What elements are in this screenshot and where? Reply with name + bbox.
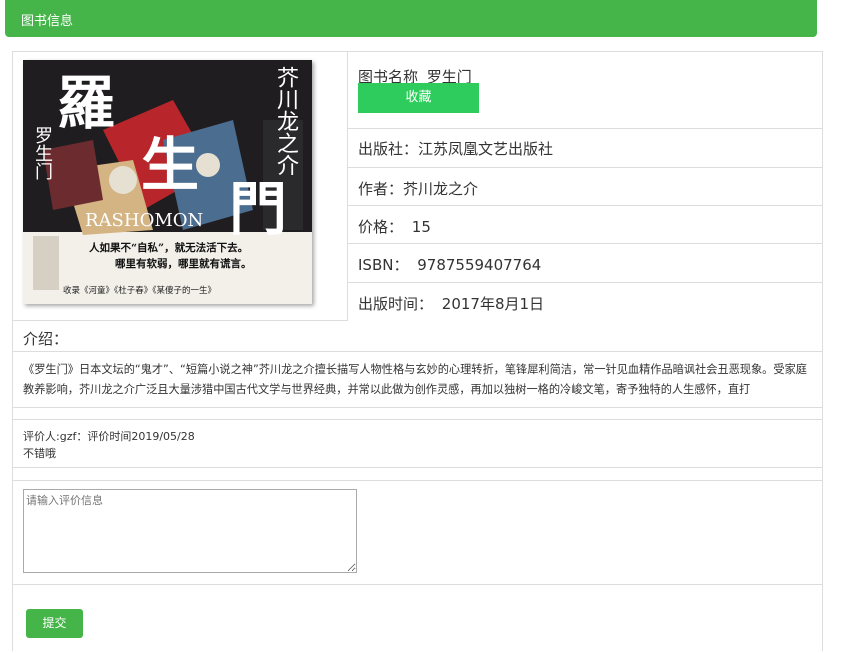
review-item: 评价人:gzf：评价时间2019/05/28 不错哦 bbox=[23, 428, 195, 462]
review-meta: 评价人:gzf：评价时间2019/05/28 bbox=[23, 430, 195, 443]
divider bbox=[13, 467, 823, 468]
intro-heading: 介绍： bbox=[13, 321, 823, 352]
price-value: 15 bbox=[411, 218, 431, 236]
isbn-label: ISBN： bbox=[358, 256, 409, 274]
cover-title-char-1: 羅 bbox=[57, 69, 116, 137]
divider bbox=[13, 584, 823, 585]
cover-bottom-line: 收录《河童》《杜子春》《某傻子的一生》 bbox=[63, 286, 217, 296]
isbn-row: ISBN： 9787559407764 bbox=[348, 244, 823, 283]
cover-cell: 羅 生 門 芥川龙之介 罗生门 RASHOMON 人如果不“自私”，就无法活下去… bbox=[13, 52, 348, 321]
author-label: 作者： bbox=[358, 180, 404, 198]
submit-button[interactable]: 提交 bbox=[26, 609, 83, 638]
favorite-button[interactable]: 收藏 bbox=[358, 83, 479, 113]
cover-english-title: RASHOMON bbox=[85, 210, 204, 231]
author-value: 芥川龙之介 bbox=[403, 180, 479, 198]
divider bbox=[13, 407, 823, 408]
cover-tagline-2: 哪里有软弱，哪里就有谎言。 bbox=[115, 258, 252, 270]
book-detail-panel: 羅 生 門 芥川龙之介 罗生门 RASHOMON 人如果不“自私”，就无法活下去… bbox=[12, 51, 823, 651]
cover-tagline-1: 人如果不“自私”，就无法活下去。 bbox=[89, 242, 249, 254]
divider bbox=[13, 480, 823, 481]
pubdate-label: 出版时间： bbox=[358, 295, 434, 313]
intro-line-2: 教养影响，芥川龙之介广泛且大量涉猎中国古代文学与世界经典，并常以此做为创作灵感，… bbox=[23, 383, 751, 396]
intro-line-1: 《罗生门》日本文坛的“鬼才”、“短篇小说之神”芥川龙之介擅长描写人物性格与玄妙的… bbox=[23, 363, 807, 376]
cover-title-char-2: 生 bbox=[141, 131, 200, 199]
price-label: 价格： bbox=[358, 218, 404, 236]
page-header: 图书信息 bbox=[5, 0, 817, 37]
price-row: 价格： 15 bbox=[348, 206, 823, 244]
header-title: 图书信息 bbox=[21, 14, 74, 29]
book-name-row: 图书名称 罗生门 收藏 bbox=[348, 52, 823, 129]
review-content: 不错哦 bbox=[23, 447, 56, 460]
review-input[interactable] bbox=[23, 489, 357, 573]
publisher-label: 出版社： bbox=[358, 140, 419, 158]
author-row: 作者：芥川龙之介 bbox=[348, 168, 823, 206]
publisher-row: 出版社：江苏凤凰文艺出版社 bbox=[348, 129, 823, 168]
pubdate-row: 出版时间： 2017年8月1日 bbox=[348, 283, 823, 321]
cover-left-vertical: 罗生门 bbox=[32, 126, 53, 180]
isbn-value: 9787559407764 bbox=[417, 256, 542, 274]
intro-text: 《罗生门》日本文坛的“鬼才”、“短篇小说之神”芥川龙之介擅长描写人物性格与玄妙的… bbox=[13, 352, 823, 407]
book-cover-image: 羅 生 門 芥川龙之介 罗生门 RASHOMON 人如果不“自私”，就无法活下去… bbox=[23, 60, 312, 304]
publisher-value: 江苏凤凰文艺出版社 bbox=[418, 140, 554, 158]
pubdate-value: 2017年8月1日 bbox=[441, 295, 545, 313]
cover-author-vertical: 芥川龙之介 bbox=[273, 66, 298, 176]
book-info-column: 图书名称 罗生门 收藏 出版社：江苏凤凰文艺出版社 作者：芥川龙之介 价格： 1… bbox=[348, 52, 823, 321]
divider bbox=[13, 419, 823, 420]
